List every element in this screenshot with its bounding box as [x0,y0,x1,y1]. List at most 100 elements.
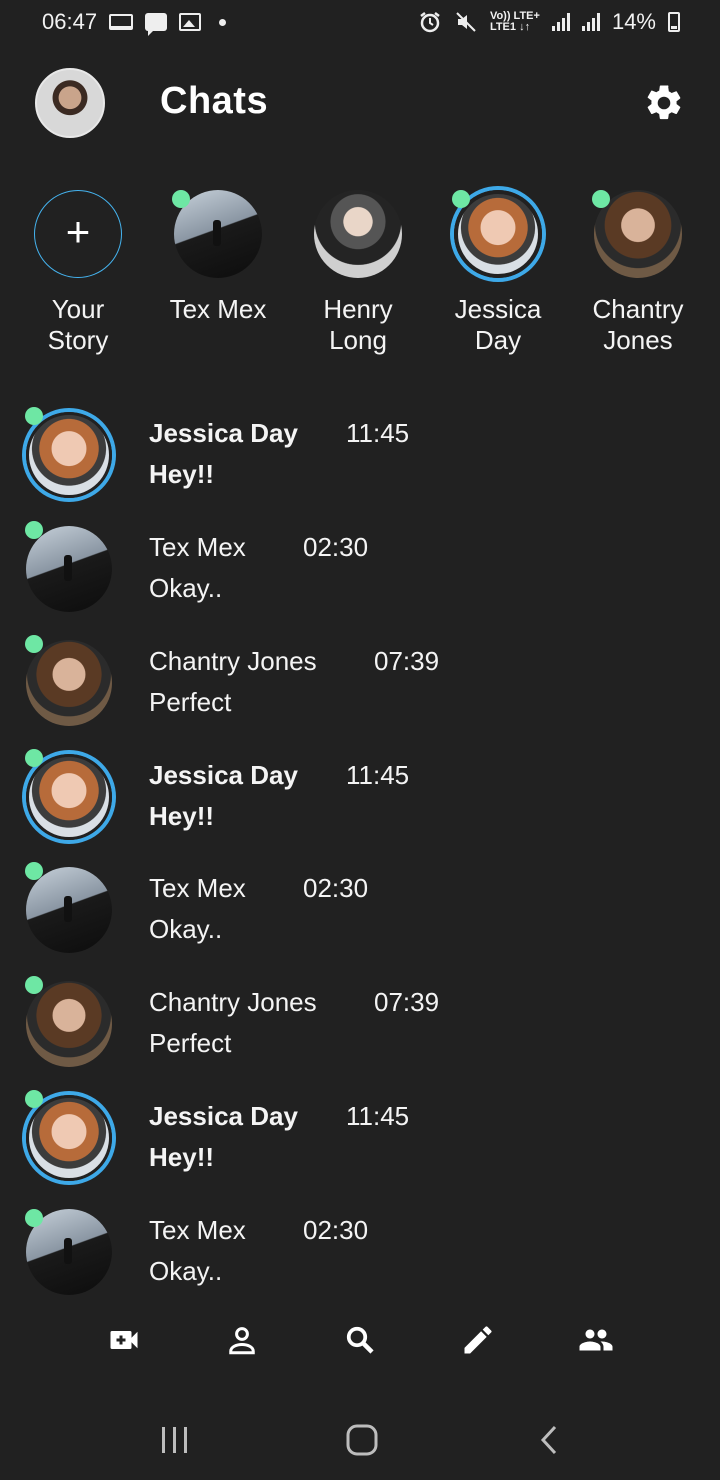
back-icon [540,1425,557,1455]
group-icon [579,1329,613,1351]
story-name-line1: Your [51,294,105,324]
network-bottom-label: LTE1 ↓↑ [489,21,531,33]
message-notification-icon [145,13,168,36]
chat-list-item[interactable]: Jessica Day 11:45 Hey!! [0,407,720,522]
chat-list-item[interactable]: Jessica Day 11:45 Hey!! [0,1090,720,1205]
chat-last-message: Okay.. [149,573,223,603]
story-chantry-jones[interactable]: Chantry Jones [568,190,708,356]
story-name: Your Story [8,294,148,356]
search-icon [346,1326,374,1354]
online-indicator [592,190,610,208]
story-avatar[interactable] [314,190,402,278]
story-jessica-day[interactable]: Jessica Day [428,190,568,356]
chat-list-item[interactable]: Tex Mex 02:30 Okay.. [0,521,720,636]
chat-time: 02:30 [303,532,369,562]
story-tex-mex[interactable]: Tex Mex [148,190,288,325]
chat-last-message: Hey!! [149,459,215,489]
signal-1-icon [551,13,570,31]
signal-2-icon [581,13,600,31]
online-indicator [25,1090,43,1108]
chat-last-message: Perfect [149,1028,232,1058]
home-button[interactable] [332,1420,392,1460]
recent-apps-button[interactable] [145,1420,205,1460]
gear-icon[interactable] [643,82,685,124]
chat-time: 02:30 [303,1215,369,1245]
chat-contact-name: Tex Mex [149,873,246,903]
story-avatar[interactable] [452,190,542,278]
chat-avatar [26,1095,112,1181]
story-name-line1: Jessica [454,294,542,324]
online-indicator [452,190,470,208]
chat-time: 07:39 [374,987,440,1017]
chat-last-message: Okay.. [149,1256,223,1286]
status-bar: 06:47 Vo)) LTE+ LTE1 ↓↑ 14% [0,0,720,44]
story-name-line1: Chantry [592,294,684,324]
story-name: Jessica Day [428,294,568,356]
more-notifications-icon [219,18,227,26]
status-time: 06:47 [42,9,98,34]
online-indicator [25,862,43,880]
chat-contact-name: Jessica Day [149,760,298,790]
system-navigation [0,1400,720,1480]
chat-time: 11:45 [346,418,410,448]
profile-nav-button[interactable] [212,1310,272,1370]
chat-list-item[interactable]: Chantry Jones 07:39 Perfect [0,635,720,750]
story-avatar[interactable] [172,190,262,278]
story-avatar[interactable] [592,190,682,278]
online-indicator [25,407,43,425]
chat-avatar [26,640,112,726]
story-name-line1: Henry [323,294,393,324]
chat-contact-name: Tex Mex [149,1215,246,1245]
chat-list-item[interactable]: Jessica Day 11:45 Hey!! [0,749,720,864]
pencil-icon [464,1326,492,1354]
chat-contact-name: Chantry Jones [149,646,317,676]
story-name: Tex Mex [148,294,288,325]
battery-icon [668,12,680,32]
chat-time: 11:45 [346,1101,410,1131]
video-call-button[interactable] [94,1310,154,1370]
network-type: Vo)) LTE+ LTE1 ↓↑ [490,11,540,33]
profile-avatar[interactable] [35,68,105,138]
chat-list-item[interactable]: Tex Mex 02:30 Okay.. [0,1209,720,1295]
bottom-navigation [0,1310,720,1370]
compose-button[interactable] [448,1310,508,1370]
chat-last-message: Okay.. [149,914,223,944]
story-henry-long[interactable]: Henry Long [288,190,428,356]
chat-contact-name: Chantry Jones [149,987,317,1017]
page-title: Chats [160,80,269,122]
story-name-line2: Long [329,325,387,355]
laptop-icon [109,14,134,30]
chat-avatar [26,867,112,953]
groups-button[interactable] [566,1310,626,1370]
status-right: Vo)) LTE+ LTE1 ↓↑ 14% [418,9,680,35]
story-name-line2: Day [474,325,522,355]
chat-avatar [26,526,112,612]
search-button[interactable] [330,1310,390,1370]
online-indicator [25,749,43,767]
chat-contact-name: Jessica Day [149,418,298,448]
story-your-story[interactable]: + Your Story [8,190,148,356]
chat-contact-name: Jessica Day [149,1101,298,1131]
chat-last-message: Hey!! [149,1142,215,1172]
alarm-icon [420,12,440,33]
image-notification-icon [179,13,202,31]
chat-last-message: Hey!! [149,801,215,831]
plus-icon: + [65,208,91,255]
person-icon [229,1327,255,1355]
add-story-button[interactable]: + [34,190,122,278]
chat-list-item[interactable]: Tex Mex 02:30 Okay.. [0,862,720,977]
back-button[interactable] [519,1420,579,1460]
chat-contact-name: Tex Mex [149,532,246,562]
chat-avatar [26,412,112,498]
chat-avatar [26,981,112,1067]
online-indicator [172,190,190,208]
story-name-line2: Jones [603,325,673,355]
online-indicator [25,976,43,994]
story-name-line2: Story [47,325,109,355]
online-indicator [25,521,43,539]
story-name-line1: Tex Mex [169,294,267,324]
video-call-icon [110,1331,138,1349]
online-indicator [25,635,43,653]
chat-last-message: Perfect [149,687,232,717]
chat-list-item[interactable]: Chantry Jones 07:39 Perfect [0,976,720,1091]
